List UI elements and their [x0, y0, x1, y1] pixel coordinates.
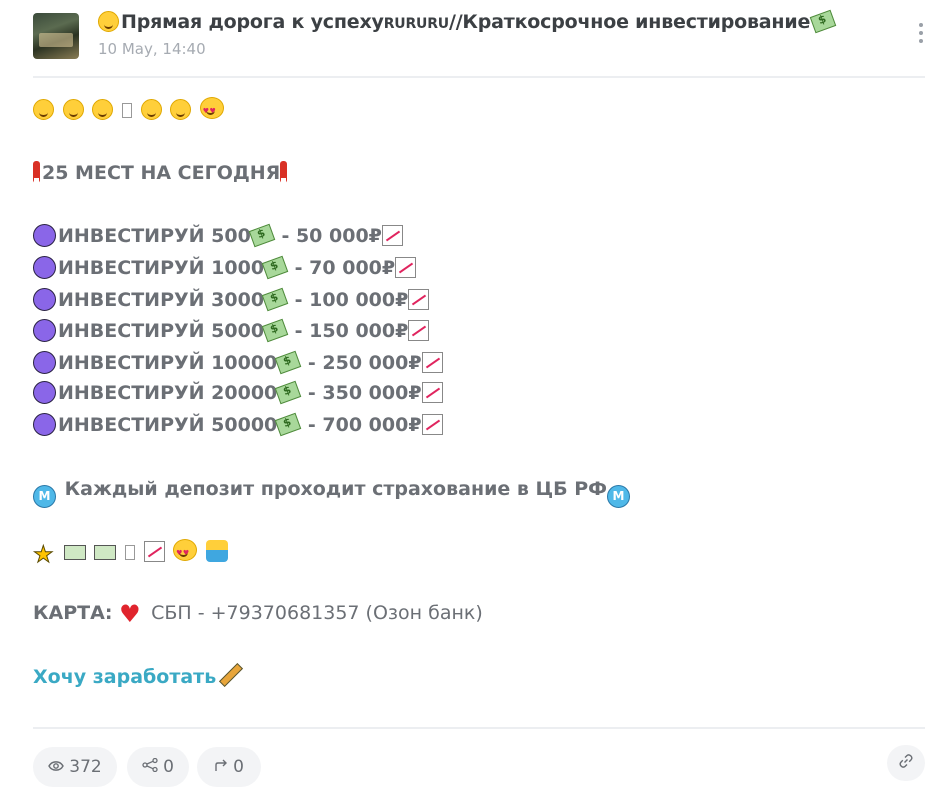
offer-row: ИНВЕСТИРУЙ 20000 - 350 000₽: [33, 380, 445, 405]
views-button[interactable]: 372: [33, 747, 117, 787]
chart-increasing-icon: [395, 257, 417, 278]
metro-icon: M: [607, 485, 631, 508]
emoji-row-1: [33, 97, 226, 122]
purple-circle-icon: [33, 319, 56, 342]
chart-increasing-icon: [408, 289, 430, 310]
money-with-wings-icon: [248, 223, 276, 248]
offer-row: ИНВЕСТИРУЙ 50000 - 700 000₽: [33, 412, 445, 437]
chart-increasing-icon: [408, 320, 430, 341]
kebab-menu-icon: [919, 23, 923, 27]
chart-increasing-icon: [381, 225, 403, 246]
forward-icon: [214, 758, 228, 776]
yum-face-icon: [170, 99, 192, 120]
money-with-wings-icon: [275, 350, 302, 375]
shares-count: 0: [163, 757, 174, 777]
winking-face-icon: [98, 11, 119, 32]
exclamation-icon: [280, 161, 288, 183]
forwards-count: 0: [233, 757, 244, 777]
money-with-wings-icon: [275, 380, 302, 405]
surfer-icon: [205, 540, 228, 562]
heart-eyes-icon: [199, 97, 224, 122]
post-menu-button[interactable]: [914, 23, 928, 49]
grimacing-face-icon: [92, 99, 114, 120]
purple-circle-icon: [33, 413, 56, 436]
forwards-button[interactable]: 0: [197, 747, 261, 787]
offer-row: ИНВЕСТИРУЙ 3000 - 100 000₽: [33, 287, 431, 312]
tears-of-joy-icon: [140, 99, 162, 120]
money-with-wings-icon: [261, 318, 289, 343]
dollar-banknote-icon: [63, 545, 86, 560]
offer-row: ИНВЕСТИРУЙ 1000 - 70 000₽: [33, 255, 418, 280]
chart-increasing-icon: [421, 352, 443, 373]
link-icon: [898, 753, 914, 773]
grinning-smiling-eyes-icon: [62, 99, 84, 120]
cta-line: Хочу заработать: [33, 662, 246, 688]
offer-row: ИНВЕСТИРУЙ 5000 - 150 000₽: [33, 318, 431, 343]
copy-link-button[interactable]: [887, 745, 925, 781]
banknote-icon: [94, 545, 117, 560]
purple-circle-icon: [33, 224, 56, 247]
money-with-wings-icon: [809, 9, 837, 34]
chart-increasing-icon: [421, 414, 443, 435]
offer-row: ИНВЕСТИРУЙ 10000 - 250 000₽: [33, 350, 445, 375]
post-date: 10 May, 14:40: [98, 40, 206, 58]
shares-button[interactable]: 0: [127, 747, 189, 787]
offer-row: ИНВЕСТИРУЙ 500 - 50 000₽: [33, 223, 405, 248]
missing-glyph-icon: [124, 545, 135, 560]
red-heart-icon: ♥: [119, 600, 141, 628]
emoji-row-2: ★: [33, 539, 230, 568]
purple-circle-icon: [33, 256, 56, 279]
chart-increasing-icon: [143, 541, 165, 562]
money-with-wings-icon: [261, 287, 289, 312]
exclamation-icon: [33, 161, 40, 183]
share-icon: [142, 757, 158, 776]
star-icon: ★: [33, 542, 55, 568]
grinning-face-icon: [33, 99, 54, 120]
money-with-wings-icon: [261, 255, 289, 280]
earn-link[interactable]: Хочу заработать: [33, 666, 216, 688]
eye-icon: [48, 758, 65, 776]
purple-circle-icon: [33, 288, 56, 311]
card-line: КАРТА: ♥ СБП - +79370681357 (Озон банк): [33, 600, 483, 628]
headline: 25 МЕСТ НА СЕГОДНЯ: [33, 161, 289, 184]
footer-divider: [33, 727, 925, 729]
header-divider: [33, 76, 925, 78]
channel-avatar[interactable]: [33, 13, 79, 59]
chart-increasing-icon: [421, 382, 443, 403]
star-struck-icon: [173, 539, 198, 564]
insurance-line: M Каждый депозит проходит страхование в …: [33, 478, 632, 508]
views-count: 372: [69, 757, 102, 777]
purple-circle-icon: [33, 351, 56, 374]
purple-circle-icon: [33, 381, 56, 404]
missing-glyph-icon: [121, 103, 132, 118]
money-with-wings-icon: [275, 412, 302, 437]
channel-title[interactable]: Прямая дорога к успехуRURURU//Краткосроч…: [98, 9, 837, 34]
pencil-icon: [219, 662, 244, 688]
metro-icon: M: [33, 485, 56, 508]
